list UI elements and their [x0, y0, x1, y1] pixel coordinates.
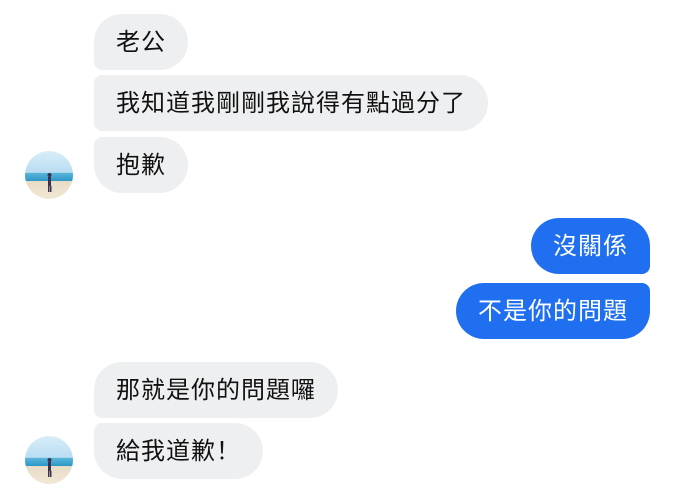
chat-thread: 老公 我知道我剛剛我說得有點過分了 抱歉 沒關係 不是你的問題 那就是你的問題囉… — [0, 0, 690, 492]
message-text: 我知道我剛剛我說得有點過分了 — [116, 89, 466, 117]
outgoing-message-bubble[interactable]: 不是你的問題 — [456, 283, 650, 339]
message-text: 給我道歉！ — [116, 437, 241, 465]
contact-avatar[interactable] — [25, 151, 73, 199]
outgoing-message-bubble[interactable]: 沒關係 — [531, 218, 650, 274]
beach-photo-avatar-icon — [47, 458, 52, 477]
message-text: 老公 — [116, 28, 166, 56]
incoming-message-bubble[interactable]: 我知道我剛剛我說得有點過分了 — [94, 75, 488, 131]
message-text: 那就是你的問題囉 — [116, 376, 316, 404]
incoming-message-bubble[interactable]: 抱歉 — [94, 137, 188, 193]
incoming-message-bubble[interactable]: 老公 — [94, 14, 188, 70]
message-text: 不是你的問題 — [478, 297, 628, 325]
incoming-message-bubble[interactable]: 給我道歉！ — [94, 423, 263, 479]
message-text: 沒關係 — [553, 232, 628, 260]
contact-avatar[interactable] — [25, 436, 73, 484]
message-text: 抱歉 — [116, 151, 166, 179]
incoming-message-bubble[interactable]: 那就是你的問題囉 — [94, 362, 338, 418]
beach-photo-avatar-icon — [47, 173, 52, 192]
